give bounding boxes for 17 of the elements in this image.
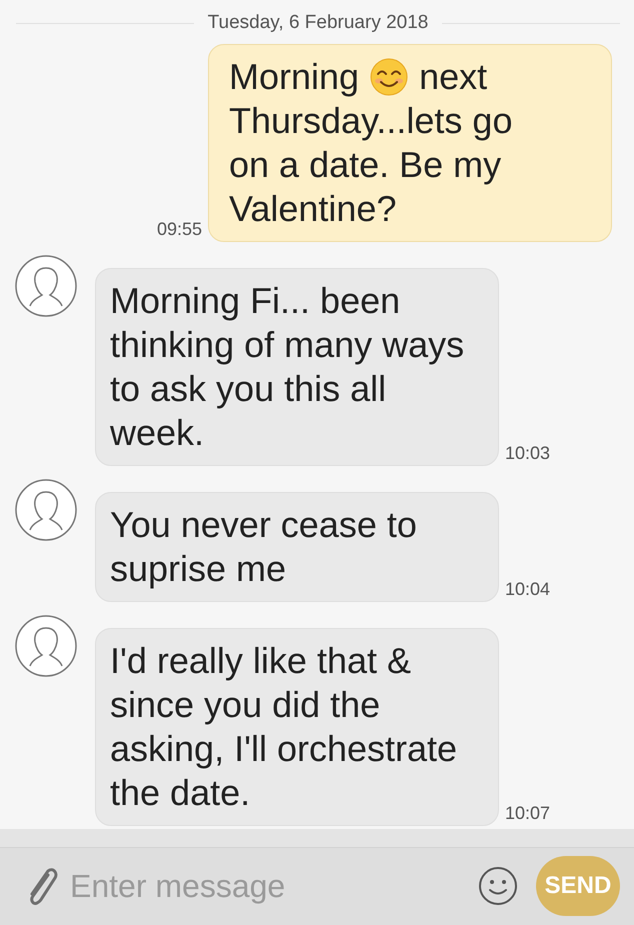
avatar-icon[interactable] xyxy=(15,479,77,541)
smiley-icon[interactable] xyxy=(478,866,518,906)
message-input[interactable]: Enter message xyxy=(70,868,468,904)
avatar-icon[interactable] xyxy=(15,255,77,317)
message-time: 10:03 xyxy=(505,443,550,465)
avatar-icon[interactable] xyxy=(15,615,77,677)
date-divider: Tuesday, 6 February 2018 xyxy=(208,12,428,34)
message-time: 10:07 xyxy=(505,803,550,825)
message-text: next xyxy=(419,55,488,99)
message-time: 09:55 xyxy=(156,219,202,241)
received-message-bubble: You never cease to suprise me xyxy=(95,492,499,602)
message-time: 10:04 xyxy=(505,579,550,601)
smiling-face-icon xyxy=(369,57,410,97)
message-text: Thursday...lets go on a date. Be my Valentine? xyxy=(229,99,514,231)
received-message-bubble: I'd really like that & since you did the asking, I'll orchestrate the date. xyxy=(95,628,499,826)
received-message-bubble: Morning Fi... been thinking of many ways to ask you this all week. xyxy=(95,268,499,466)
message-text: Morning xyxy=(229,55,360,99)
